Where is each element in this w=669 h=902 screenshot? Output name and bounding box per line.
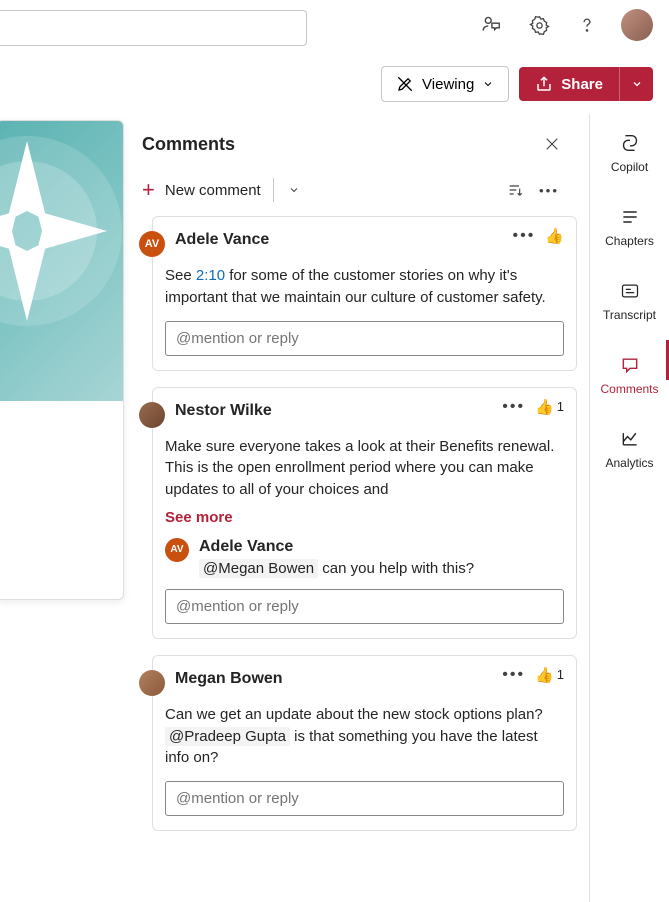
comment-body: See 2:10 for some of the customer storie… [165, 265, 564, 309]
reply-input[interactable] [165, 321, 564, 356]
help-icon[interactable] [573, 11, 601, 39]
comment-body: Make sure everyone takes a look at their… [165, 436, 564, 501]
reply-input[interactable] [165, 781, 564, 816]
comments-toolbar: + New comment ••• [138, 174, 583, 216]
viewing-label: Viewing [422, 76, 474, 93]
rail-comments[interactable]: Comments [590, 350, 669, 400]
feedback-icon[interactable] [477, 11, 505, 39]
like-button[interactable]: 👍 [545, 227, 564, 245]
document-hero [0, 121, 123, 401]
share-options-button[interactable] [619, 67, 653, 101]
timestamp-link[interactable]: 2:10 [196, 267, 225, 284]
like-count: 1 [557, 667, 564, 682]
avatar: AV [139, 231, 165, 257]
mention-chip[interactable]: @Megan Bowen [199, 559, 318, 578]
close-icon [543, 135, 561, 153]
mention-chip[interactable]: @Pradeep Gupta [165, 727, 290, 746]
like-count: 1 [557, 399, 564, 414]
avatar: AV [165, 538, 189, 562]
main-zone: dershipA Comments + New comment ••• [0, 114, 669, 902]
search-input[interactable] [0, 10, 307, 46]
new-comment-label: New comment [165, 182, 261, 199]
avatar [139, 402, 165, 428]
top-bar [0, 0, 669, 50]
reply-author: Adele Vance [199, 538, 564, 556]
new-comment-button[interactable]: + New comment [142, 179, 261, 201]
comments-list: AV Adele Vance ••• 👍 See 2:10 for some o… [138, 216, 583, 902]
rail-label: Analytics [605, 456, 653, 470]
toolbar-more-button[interactable]: ••• [531, 179, 567, 202]
transcript-icon [620, 280, 640, 302]
thumbs-up-icon: 👍 [535, 398, 554, 416]
plus-icon: + [142, 179, 155, 201]
comment-card: Nestor Wilke ••• 👍 1 Make sure everyone … [152, 387, 577, 639]
viewing-mode-button[interactable]: Viewing [381, 66, 509, 102]
close-comments-button[interactable] [543, 132, 567, 156]
top-icons-group [477, 9, 653, 41]
comments-icon [620, 354, 640, 376]
comment-author: Nestor Wilke [175, 402, 272, 420]
rail-label: Copilot [611, 160, 648, 174]
analytics-icon [620, 428, 640, 450]
like-button[interactable]: 👍 1 [535, 666, 564, 684]
rail-label: Comments [600, 382, 658, 396]
rail-label: Chapters [605, 234, 654, 248]
action-bar: Viewing Share [0, 50, 669, 116]
thumbs-up-icon: 👍 [535, 666, 554, 684]
reply-input[interactable] [165, 589, 564, 624]
sort-icon [507, 182, 523, 198]
share-button[interactable]: Share [519, 67, 619, 101]
right-rail: Copilot Chapters Transcript Comments Ana… [589, 114, 669, 902]
comment-more-button[interactable]: ••• [513, 227, 536, 245]
chevron-down-icon [631, 78, 643, 90]
comment-author: Adele Vance [175, 231, 269, 249]
share-button-group: Share [519, 67, 653, 101]
share-icon [535, 75, 553, 93]
compass-graphic [0, 121, 123, 401]
document-thumbnail[interactable]: dershipA [0, 120, 124, 600]
user-avatar[interactable] [621, 9, 653, 41]
rail-analytics[interactable]: Analytics [590, 424, 669, 474]
chevron-down-icon [482, 78, 494, 90]
copilot-icon [619, 132, 641, 154]
rail-transcript[interactable]: Transcript [590, 276, 669, 326]
sort-button[interactable] [499, 178, 531, 202]
document-title: dershipA [0, 521, 123, 569]
pencil-off-icon [396, 75, 414, 93]
comments-panel: Comments + New comment ••• [124, 114, 583, 902]
rail-chapters[interactable]: Chapters [590, 202, 669, 252]
comment-card: AV Adele Vance ••• 👍 See 2:10 for some o… [152, 216, 577, 371]
new-comment-options[interactable] [273, 178, 300, 202]
comment-more-button[interactable]: ••• [502, 398, 525, 416]
share-label: Share [561, 76, 603, 93]
settings-icon[interactable] [525, 11, 553, 39]
comment-body: Can we get an update about the new stock… [165, 704, 564, 769]
avatar [139, 670, 165, 696]
comment-card: Megan Bowen ••• 👍 1 Can we get an update… [152, 655, 577, 831]
rail-label: Transcript [603, 308, 656, 322]
rail-copilot[interactable]: Copilot [590, 128, 669, 178]
comments-header: Comments [138, 122, 583, 174]
ellipsis-icon: ••• [539, 183, 559, 198]
reply-body: @Megan Bowen can you help with this? [199, 560, 564, 577]
thumbs-up-icon: 👍 [545, 227, 564, 245]
see-more-link[interactable]: See more [165, 509, 564, 526]
comments-title: Comments [142, 134, 235, 155]
like-button[interactable]: 👍 1 [535, 398, 564, 416]
chapters-icon [620, 206, 640, 228]
comment-author: Megan Bowen [175, 670, 283, 688]
chevron-down-icon [288, 184, 300, 196]
comment-more-button[interactable]: ••• [502, 666, 525, 684]
comment-reply: AV Adele Vance @Megan Bowen can you help… [165, 538, 564, 577]
